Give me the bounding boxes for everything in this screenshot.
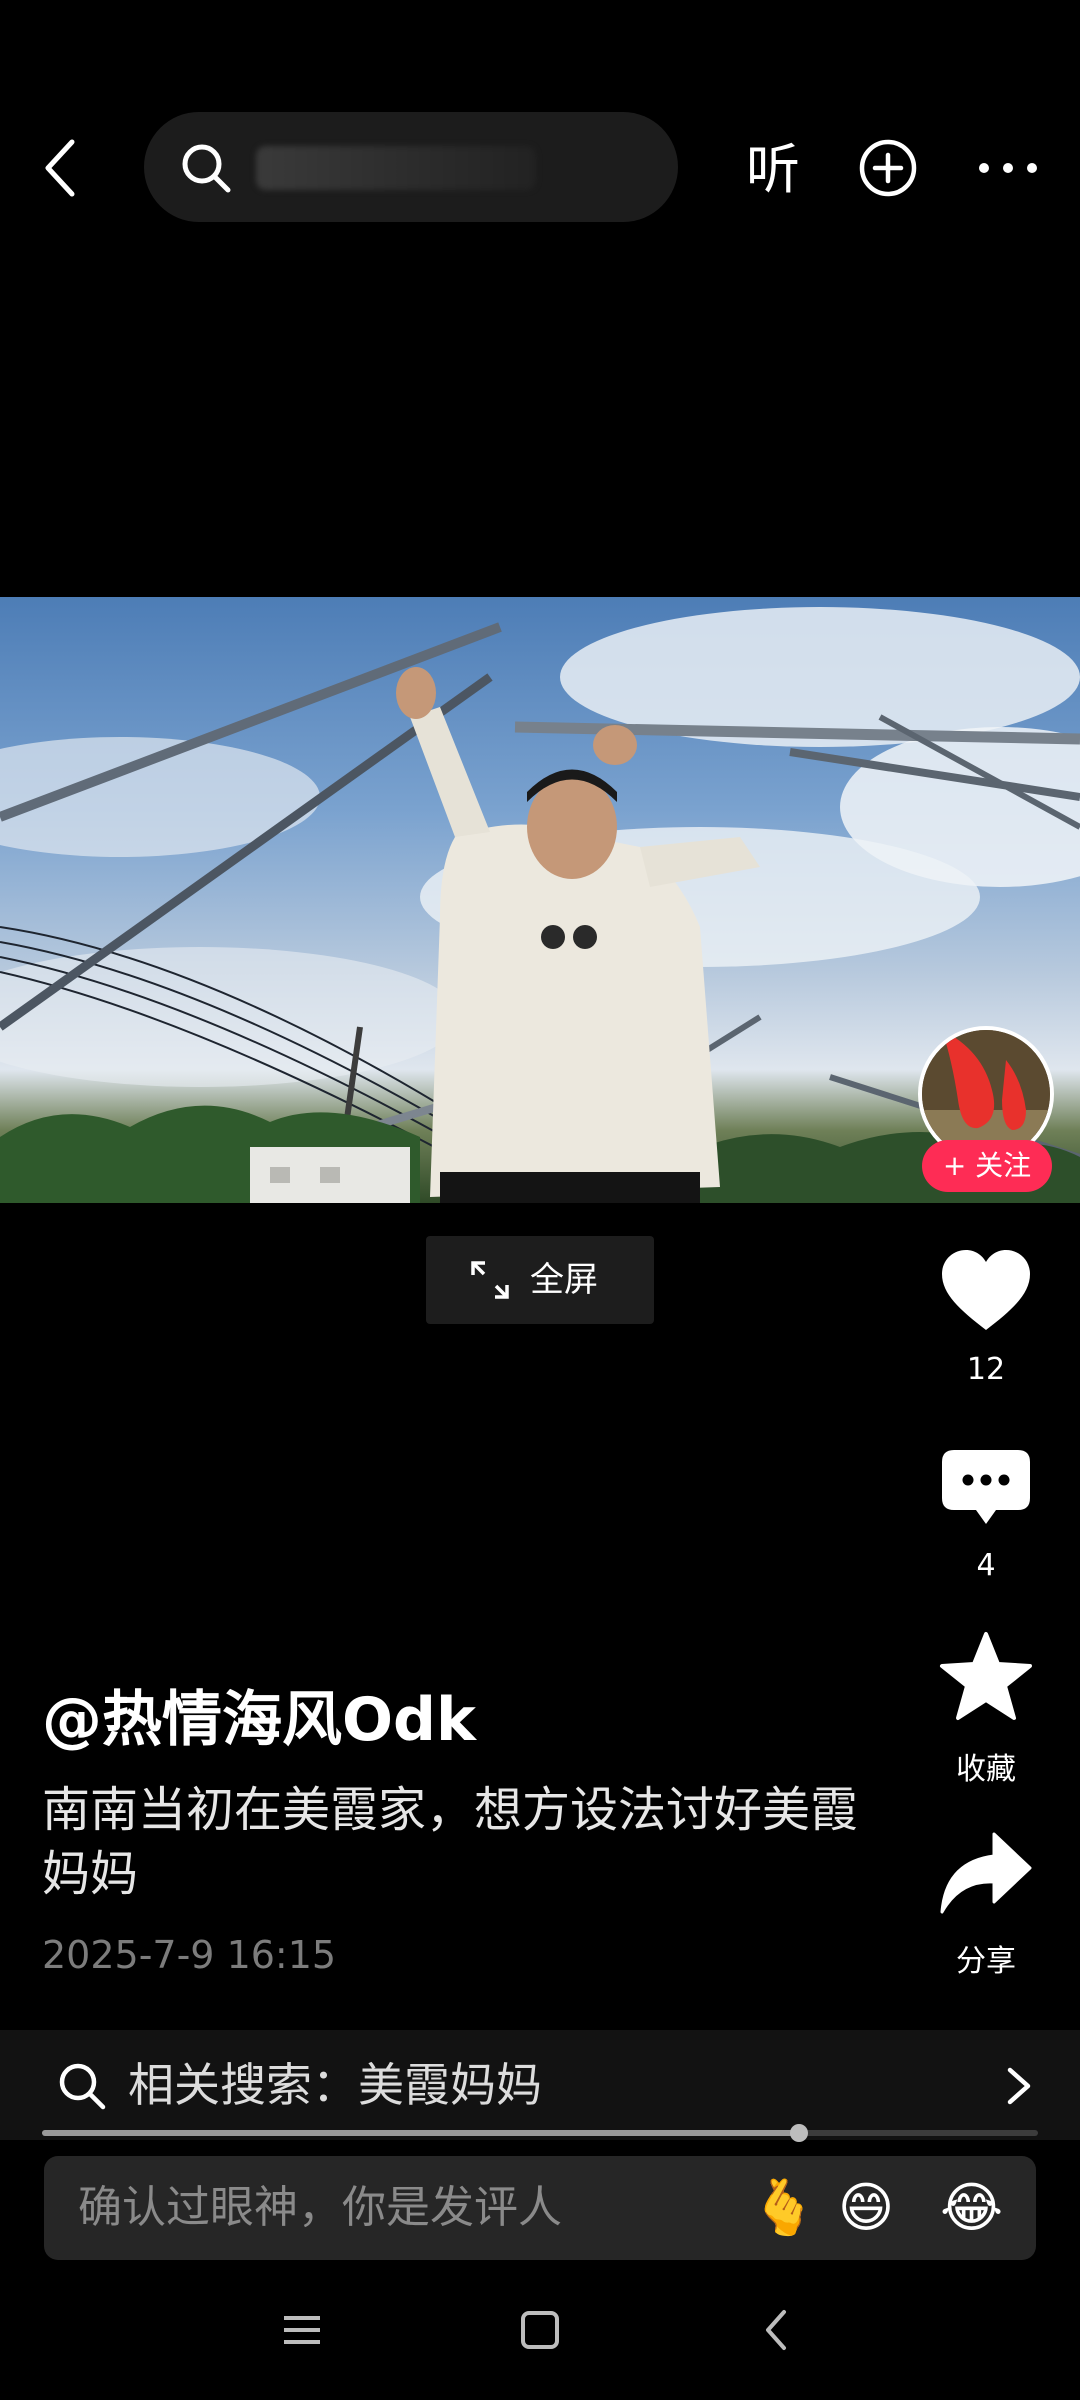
- menu-icon: [284, 2316, 320, 2344]
- comment-count: 4: [976, 1548, 996, 1583]
- add-button[interactable]: [856, 136, 920, 200]
- home-button[interactable]: [510, 2300, 570, 2360]
- search-query-blurred: [256, 146, 536, 190]
- nav-back-button[interactable]: [748, 2300, 808, 2360]
- like-button[interactable]: [931, 1248, 1041, 1338]
- search-bar[interactable]: [144, 112, 678, 222]
- video-player[interactable]: [0, 597, 1080, 1203]
- search-icon: [182, 144, 231, 193]
- emoji-laugh-cry[interactable]: 😂: [940, 2178, 1003, 2238]
- add-circle-icon: [859, 139, 917, 197]
- emoji-grin[interactable]: 😄: [836, 2178, 896, 2238]
- fullscreen-label: 全屏: [530, 1260, 598, 1300]
- related-search-text: 相关搜索：美霞妈妈: [128, 2058, 542, 2112]
- fullscreen-button[interactable]: 全屏: [426, 1236, 654, 1324]
- progress-fill: [42, 2130, 799, 2136]
- author-handle[interactable]: @热情海风Odk: [42, 1680, 476, 1760]
- comment-icon: [942, 1450, 1030, 1524]
- share-label: 分享: [956, 1944, 1016, 1979]
- comment-placeholder: 确认过眼神，你是发评人: [78, 2182, 562, 2233]
- comment-button[interactable]: [931, 1448, 1041, 1532]
- back-icon: [766, 2310, 786, 2350]
- post-description: 南南当初在美霞家，想方设法讨好美霞妈妈: [42, 1782, 859, 1902]
- more-button[interactable]: [974, 150, 1042, 186]
- avatar-image: [922, 1030, 1050, 1158]
- more-icon: [979, 163, 1037, 173]
- favorite-label: 收藏: [956, 1752, 1016, 1787]
- recent-apps-button[interactable]: [272, 2300, 332, 2360]
- search-icon: [59, 2063, 106, 2110]
- heart-icon: [942, 1250, 1030, 1330]
- favorite-button[interactable]: [931, 1630, 1041, 1726]
- progress-handle[interactable]: [790, 2124, 808, 2142]
- like-count: 12: [966, 1352, 1006, 1387]
- listen-button[interactable]: 听: [738, 130, 808, 210]
- video-frame: [0, 607, 1080, 1203]
- square-icon: [521, 2311, 559, 2349]
- chevron-right-icon: [1007, 2067, 1031, 2105]
- related-search-bar[interactable]: 相关搜索：美霞妈妈: [0, 2030, 1080, 2140]
- expand-icon: [471, 1261, 509, 1299]
- star-icon: [940, 1632, 1032, 1720]
- back-icon: [45, 139, 75, 197]
- share-icon: [940, 1832, 1032, 1914]
- share-button[interactable]: [931, 1830, 1041, 1920]
- emoji-finger-heart[interactable]: 🫰: [750, 2178, 817, 2238]
- follow-button[interactable]: + 关注: [922, 1140, 1052, 1192]
- comment-input[interactable]: 确认过眼神，你是发评人 🫰 😄 😂: [44, 2156, 1036, 2260]
- back-button[interactable]: [30, 128, 94, 208]
- post-date: 2025-7-9 16:15: [42, 1933, 337, 1977]
